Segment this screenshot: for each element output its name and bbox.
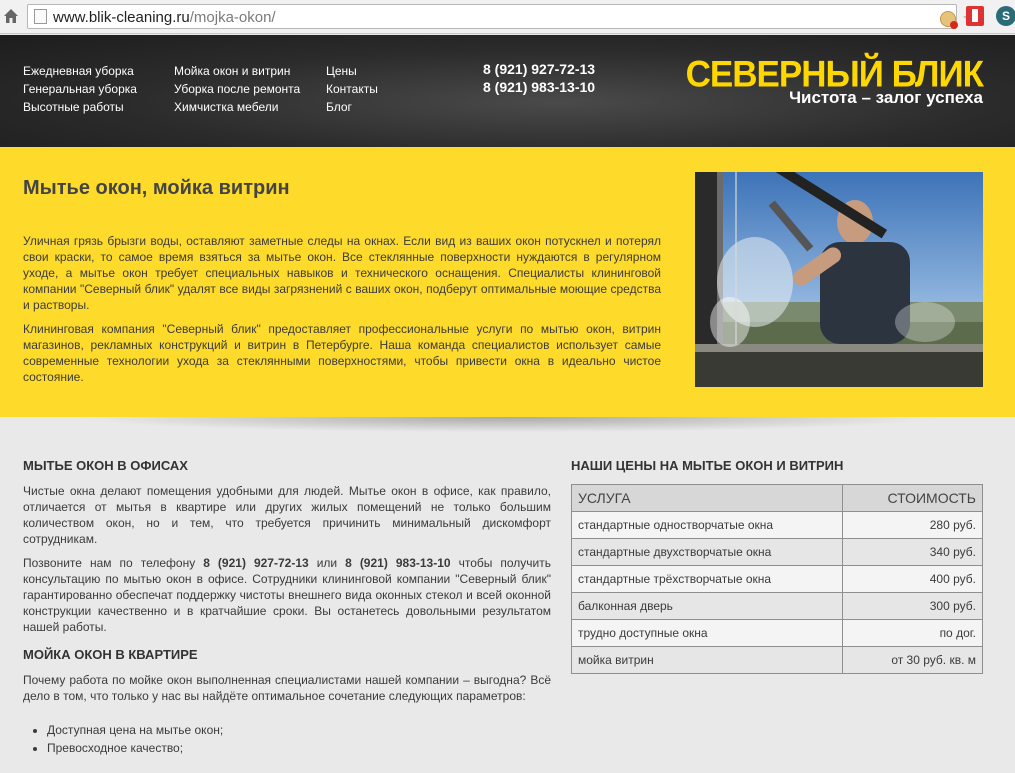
offices-heading: МЫТЬЕ ОКОН В ОФИСАХ <box>23 458 188 473</box>
page-title: Мытье окон, мойка витрин <box>23 177 290 199</box>
section-shadow <box>0 417 1015 435</box>
nav-contacts[interactable]: Контакты <box>326 80 378 98</box>
offices-paragraph-1: Чистые окна делают помещения удобными дл… <box>23 484 551 546</box>
home-icon[interactable] <box>2 7 20 25</box>
service-cell: стандартные трёхстворчатые окна <box>571 565 843 593</box>
hero-section: Мытье окон, мойка витрин Уличная грязь б… <box>0 147 1015 417</box>
price-cell: 280 руб. <box>842 511 983 539</box>
offices-p2-mid: или <box>308 556 346 570</box>
left-column: МЫТЬЕ ОКОН В ОФИСАХ Чистые окна делают п… <box>23 458 551 758</box>
table-row: мойка витрин от 30 руб. кв. м <box>571 646 983 674</box>
table-row: трудно доступные окна по дог. <box>571 619 983 647</box>
nav-daily-cleaning[interactable]: Ежедневная уборка <box>23 62 137 80</box>
nav-column-1: Ежедневная уборка Генеральная уборка Выс… <box>23 62 137 116</box>
bookmarks-extension-icon[interactable] <box>966 6 984 26</box>
price-cell: 300 руб. <box>842 592 983 620</box>
nav-window-washing[interactable]: Мойка окон и витрин <box>174 62 300 80</box>
hero-text: Уличная грязь брызги воды, оставляют зам… <box>23 233 661 393</box>
prices-heading: НАШИ ЦЕНЫ НА МЫТЬЕ ОКОН И ВИТРИН <box>571 458 844 473</box>
phone-1[interactable]: 8 (921) 927-72-13 <box>483 60 595 78</box>
nav-post-renovation[interactable]: Уборка после ремонта <box>174 80 300 98</box>
offices-p2-start: Позвоните нам по телефону <box>23 556 204 570</box>
nav-high-rise-work[interactable]: Высотные работы <box>23 98 137 116</box>
price-cell: 400 руб. <box>842 565 983 593</box>
phone-2[interactable]: 8 (921) 983-13-10 <box>483 78 595 96</box>
list-item: Превосходное качество; <box>47 740 551 756</box>
service-cell: стандартные двухстворчатые окна <box>571 538 843 566</box>
service-cell: мойка витрин <box>571 646 843 674</box>
apartment-paragraph: Почему работа по мойке окон выполненная … <box>23 673 551 703</box>
price-cell: от 30 руб. кв. м <box>842 646 983 674</box>
price-cell: по дог. <box>842 619 983 647</box>
translate-extension-icon[interactable]: S <box>996 6 1015 26</box>
url-domain: www.blik-cleaning.ru <box>53 9 190 26</box>
prices-section: НАШИ ЦЕНЫ НА МЫТЬЕ ОКОН И ВИТРИН УСЛУГА … <box>571 458 983 674</box>
nav-column-3: Цены Контакты Блог <box>326 62 378 116</box>
nav-general-cleaning[interactable]: Генеральная уборка <box>23 80 137 98</box>
service-cell: стандартные одностворчатые окна <box>571 511 843 539</box>
hero-paragraph-1: Уличная грязь брызги воды, оставляют зам… <box>23 234 661 312</box>
nav-prices[interactable]: Цены <box>326 62 378 80</box>
browser-toolbar: www.blik-cleaning.ru/mojka-okon/ ☆ S <box>0 0 1015 34</box>
window-cleaning-photo <box>695 172 983 387</box>
table-header-row: УСЛУГА СТОИМОСТЬ <box>571 484 983 512</box>
service-cell: трудно доступные окна <box>571 619 843 647</box>
service-cell: балконная дверь <box>571 592 843 620</box>
site-header: Ежедневная уборка Генеральная уборка Выс… <box>0 35 1015 147</box>
hero-paragraph-2: Клининговая компания "Северный блик" пре… <box>23 322 661 384</box>
offices-phone-1[interactable]: 8 (921) 927-72-13 <box>203 556 308 570</box>
brand-name: СЕВЕРНЫЙ БЛИК <box>685 54 984 95</box>
cookie-blocked-icon[interactable] <box>940 11 958 29</box>
table-row: стандартные двухстворчатые окна 340 руб. <box>571 538 983 566</box>
column-header-service: УСЛУГА <box>571 484 843 512</box>
table-row: балконная дверь 300 руб. <box>571 592 983 620</box>
list-item: Доступная цена на мытье окон; <box>47 722 551 738</box>
url-path: /mojka-okon/ <box>189 9 276 26</box>
header-phones: 8 (921) 927-72-13 8 (921) 983-13-10 <box>483 60 595 96</box>
nav-blog[interactable]: Блог <box>326 98 378 116</box>
table-row: стандартные трёхстворчатые окна 400 руб. <box>571 565 983 593</box>
nav-column-2: Мойка окон и витрин Уборка после ремонта… <box>174 62 300 116</box>
prices-table: УСЛУГА СТОИМОСТЬ стандартные одностворча… <box>571 484 983 674</box>
apartment-heading: МОЙКА ОКОН В КВАРТИРЕ <box>23 647 198 662</box>
offices-phone-2[interactable]: 8 (921) 983-13-10 <box>345 556 450 570</box>
benefits-list: Доступная цена на мытье окон; Превосходн… <box>47 722 551 756</box>
site-logo[interactable]: СЕВЕРНЫЙ БЛИК Чистота – залог успеха <box>685 54 984 106</box>
address-bar[interactable]: www.blik-cleaning.ru/mojka-okon/ ☆ <box>27 4 979 30</box>
offices-paragraph-2: Позвоните нам по телефону 8 (921) 927-72… <box>23 555 551 635</box>
url-text[interactable]: www.blik-cleaning.ru/mojka-okon/ <box>53 9 276 26</box>
table-row: стандартные одностворчатые окна 280 руб. <box>571 511 983 539</box>
price-cell: 340 руб. <box>842 538 983 566</box>
page-icon <box>34 9 47 24</box>
nav-furniture-dry-cleaning[interactable]: Химчистка мебели <box>174 98 300 116</box>
column-header-price: СТОИМОСТЬ <box>842 484 983 512</box>
